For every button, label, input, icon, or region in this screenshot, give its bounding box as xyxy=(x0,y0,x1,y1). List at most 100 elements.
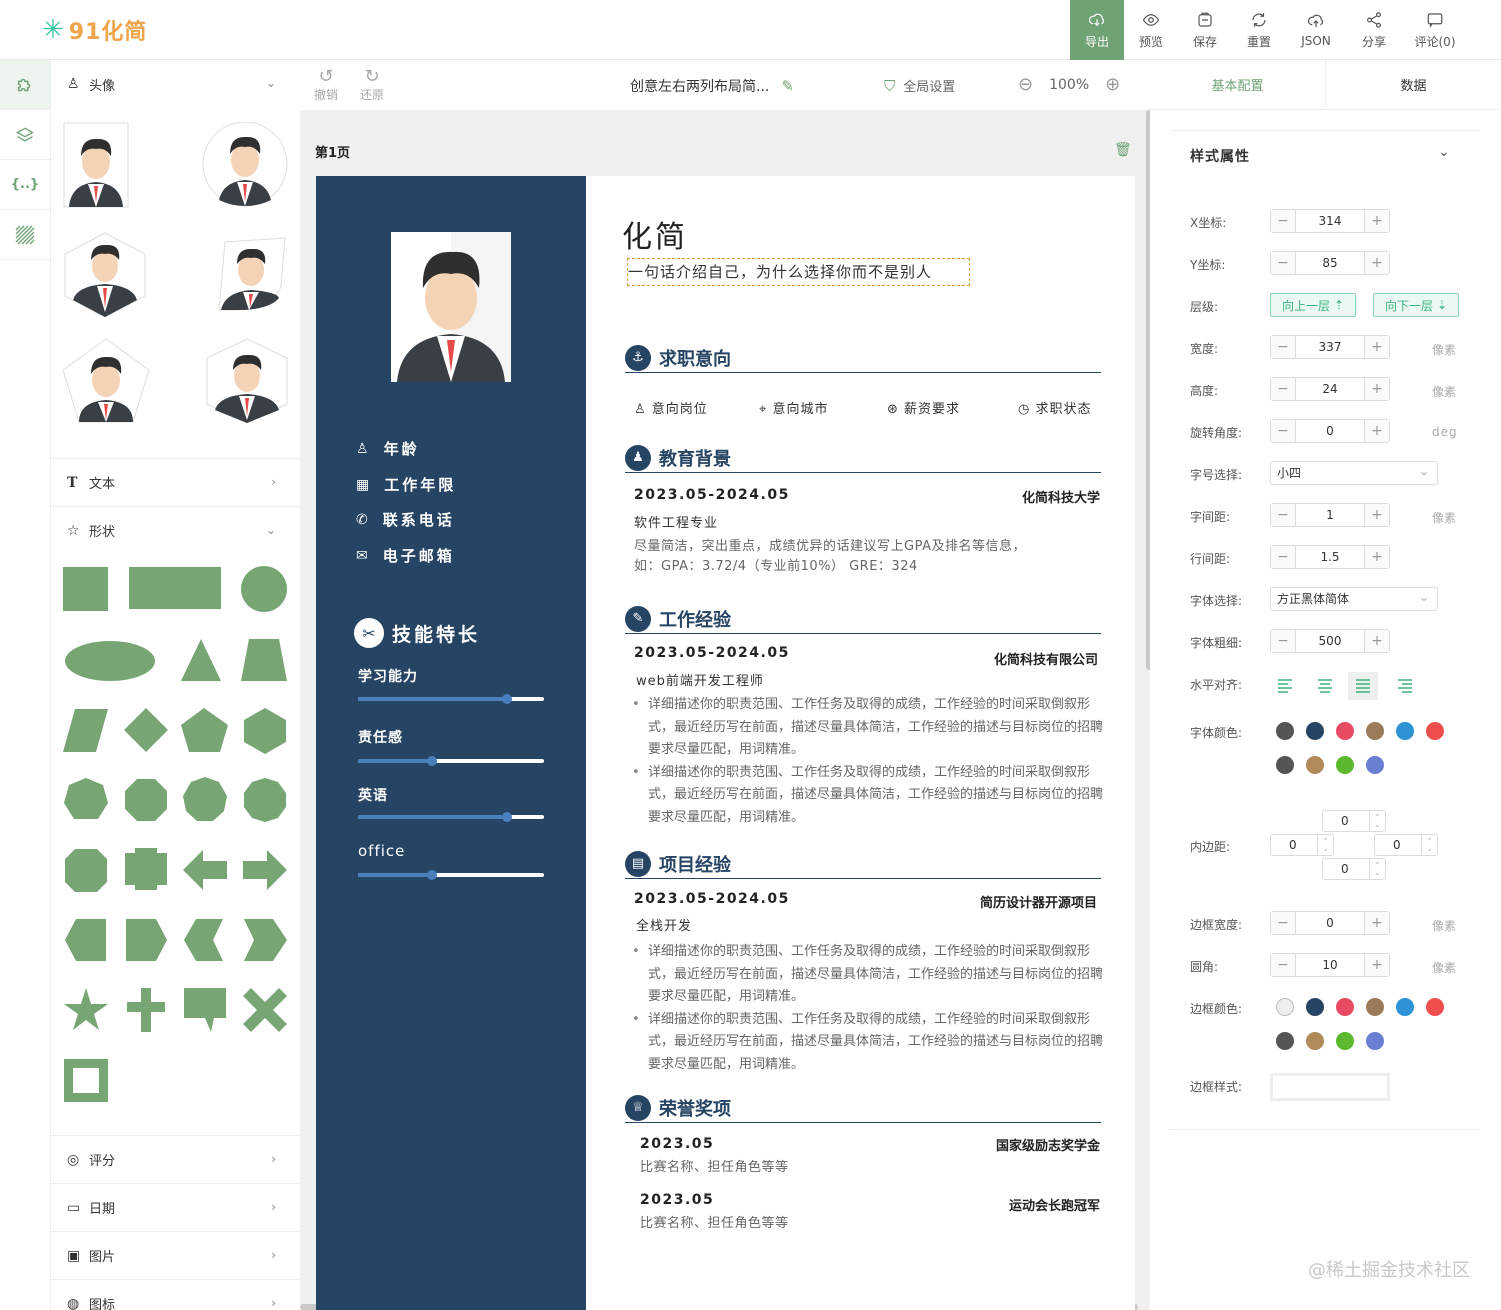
height-stepper[interactable]: −24+ xyxy=(1270,377,1390,401)
intent-city[interactable]: ⌖ 意向城市 xyxy=(759,398,828,417)
color-swatch[interactable] xyxy=(1426,722,1444,740)
shape-section-header[interactable]: ☆ 形状 ⌄ xyxy=(51,506,300,554)
weight-stepper[interactable]: −500+ xyxy=(1270,629,1390,653)
work-bullets[interactable]: 详细描述你的职责范围、工作任务及取得的成绩，工作经验的时间采取倒叙形式，最近经历… xyxy=(632,694,1104,829)
work-date[interactable]: 2023.05-2024.05 xyxy=(634,645,790,661)
avatar-section-header[interactable]: ♙ 头像 ⌄ xyxy=(51,60,300,108)
radius-stepper[interactable]: −10+ xyxy=(1270,953,1390,977)
save-button[interactable]: 保存 xyxy=(1178,0,1232,60)
section-intent[interactable]: ⚓求职意向 xyxy=(625,343,1101,373)
document-title[interactable]: 创意左右两列布局简... ✎ xyxy=(630,76,794,96)
skill-bar[interactable] xyxy=(358,697,544,701)
zoom-out-icon[interactable]: ⊖ xyxy=(1018,74,1033,95)
edu-school[interactable]: 化简科技大学 xyxy=(900,487,1100,506)
side-item-email[interactable]: ✉电子邮箱 xyxy=(356,545,455,566)
work-company[interactable]: 化简科技有限公司 xyxy=(900,649,1098,668)
intent-salary[interactable]: ⊛ 薪资要求 xyxy=(887,398,960,417)
letter-spacing-stepper[interactable]: −1+ xyxy=(1270,503,1390,527)
padding-left-input[interactable]: 0⌃⌄ xyxy=(1270,834,1334,856)
color-swatch[interactable] xyxy=(1366,756,1384,774)
layers-tab[interactable] xyxy=(0,110,50,160)
reset-button[interactable]: 重置 xyxy=(1232,0,1286,60)
avatar-pentagon[interactable] xyxy=(61,338,151,424)
color-swatch[interactable] xyxy=(1366,998,1384,1016)
x-stepper[interactable]: −314+ xyxy=(1270,209,1390,233)
color-swatch[interactable] xyxy=(1276,998,1294,1016)
share-button[interactable]: 分享 xyxy=(1347,0,1401,60)
date-section-header[interactable]: ▭ 日期 › xyxy=(51,1183,300,1231)
color-swatch[interactable] xyxy=(1426,998,1444,1016)
section-work[interactable]: ✎工作经验 xyxy=(625,604,1101,634)
rotate-stepper[interactable]: −0+ xyxy=(1270,419,1390,443)
line-height-stepper[interactable]: −1.5+ xyxy=(1270,545,1390,569)
text-section-header[interactable]: T 文本 › xyxy=(51,458,300,506)
width-stepper[interactable]: −337+ xyxy=(1270,335,1390,359)
project-name[interactable]: 简历设计器开源项目 xyxy=(900,892,1097,911)
side-item-years[interactable]: ▦工作年限 xyxy=(356,474,456,495)
chevron-down-icon[interactable]: ⌄ xyxy=(1438,144,1450,160)
avatar-square[interactable] xyxy=(63,122,129,208)
zoom-in-icon[interactable]: ⊕ xyxy=(1105,74,1120,95)
color-swatch[interactable] xyxy=(1396,998,1414,1016)
honor-title[interactable]: 运动会长跑冠军 xyxy=(900,1195,1100,1214)
resume-sidebar[interactable]: ♙年龄 ▦工作年限 ✆联系电话 ✉电子邮箱 ✂ 技能特长 学习能力 责任感 英语… xyxy=(316,176,586,1310)
avatar-circle[interactable] xyxy=(201,122,289,208)
tab-data[interactable]: 数据 xyxy=(1325,60,1501,110)
redo-button[interactable]: ↻ 还原 xyxy=(360,68,384,103)
skill-bar[interactable] xyxy=(358,759,544,763)
color-swatch[interactable] xyxy=(1306,722,1324,740)
honor-title[interactable]: 国家级励志奖学金 xyxy=(900,1135,1100,1154)
avatar-hexagon[interactable] xyxy=(63,232,147,318)
color-swatch[interactable] xyxy=(1276,1032,1294,1050)
font-select[interactable]: 方正黑体简体 xyxy=(1270,587,1438,611)
honor-desc[interactable]: 比赛名称、担任角色等等 xyxy=(640,1157,789,1180)
skills-heading[interactable]: ✂ 技能特长 xyxy=(354,618,480,648)
layer-up-button[interactable]: 向上一层⇡ xyxy=(1270,293,1356,317)
intent-position[interactable]: ♙ 意向岗位 xyxy=(634,398,708,417)
color-swatch[interactable] xyxy=(1336,998,1354,1016)
app-logo[interactable]: ✳ 91化简 xyxy=(42,14,147,46)
avatar-hexagon-2[interactable] xyxy=(203,338,291,424)
resume-name[interactable]: 化简 xyxy=(622,212,688,256)
rating-section-header[interactable]: ◎ 评分 › xyxy=(51,1135,300,1183)
fontsize-select[interactable]: 小四 xyxy=(1270,461,1438,485)
edu-date[interactable]: 2023.05-2024.05 xyxy=(634,487,790,503)
preview-button[interactable]: 预览 xyxy=(1124,0,1178,60)
component-tab[interactable] xyxy=(0,60,50,110)
side-item-phone[interactable]: ✆联系电话 xyxy=(356,509,455,530)
delete-page-icon[interactable]: 🗑 xyxy=(1114,142,1132,158)
padding-right-input[interactable]: 0⌃⌄ xyxy=(1374,834,1438,856)
code-tab[interactable]: {..} xyxy=(0,160,50,210)
color-swatch[interactable] xyxy=(1336,722,1354,740)
align-buttons[interactable] xyxy=(1276,672,1416,700)
color-swatch[interactable] xyxy=(1336,756,1354,774)
edu-major[interactable]: 软件工程专业 xyxy=(634,512,718,531)
padding-bottom-input[interactable]: 0⌃⌄ xyxy=(1322,858,1386,880)
avatar-shield[interactable] xyxy=(215,236,287,312)
skill-bar[interactable] xyxy=(358,815,544,819)
undo-button[interactable]: ↺ 撤销 xyxy=(314,68,338,103)
color-swatch[interactable] xyxy=(1306,998,1324,1016)
work-role[interactable]: web前端开发工程师 xyxy=(636,670,764,689)
padding-top-input[interactable]: 0⌃⌄ xyxy=(1322,810,1386,832)
export-button[interactable]: 导出 xyxy=(1070,0,1124,60)
edit-icon[interactable]: ✎ xyxy=(781,77,794,95)
honor-date[interactable]: 2023.05 xyxy=(640,1192,714,1208)
border-width-stepper[interactable]: −0+ xyxy=(1270,911,1390,935)
skill-bar[interactable] xyxy=(358,873,544,877)
tab-basic-config[interactable]: 基本配置 xyxy=(1150,60,1325,110)
color-swatch[interactable] xyxy=(1306,756,1324,774)
section-project[interactable]: ▤项目经验 xyxy=(625,849,1101,879)
color-swatch[interactable] xyxy=(1276,756,1294,774)
honor-desc[interactable]: 比赛名称、担任角色等等 xyxy=(640,1213,789,1236)
color-swatch[interactable] xyxy=(1366,722,1384,740)
section-education[interactable]: ♟教育背景 xyxy=(625,443,1101,473)
color-swatch[interactable] xyxy=(1276,722,1294,740)
y-stepper[interactable]: −85+ xyxy=(1270,251,1390,275)
project-bullets[interactable]: 详细描述你的职责范围、工作任务及取得的成绩，工作经验的时间采取倒叙形式，最近经历… xyxy=(632,941,1104,1076)
layer-down-button[interactable]: 向下一层⇣ xyxy=(1373,293,1459,317)
color-swatch[interactable] xyxy=(1336,1032,1354,1050)
intent-status[interactable]: ◷ 求职状态 xyxy=(1018,398,1092,417)
honor-date[interactable]: 2023.05 xyxy=(640,1136,714,1152)
section-honor[interactable]: ♕荣誉奖项 xyxy=(625,1093,1101,1123)
